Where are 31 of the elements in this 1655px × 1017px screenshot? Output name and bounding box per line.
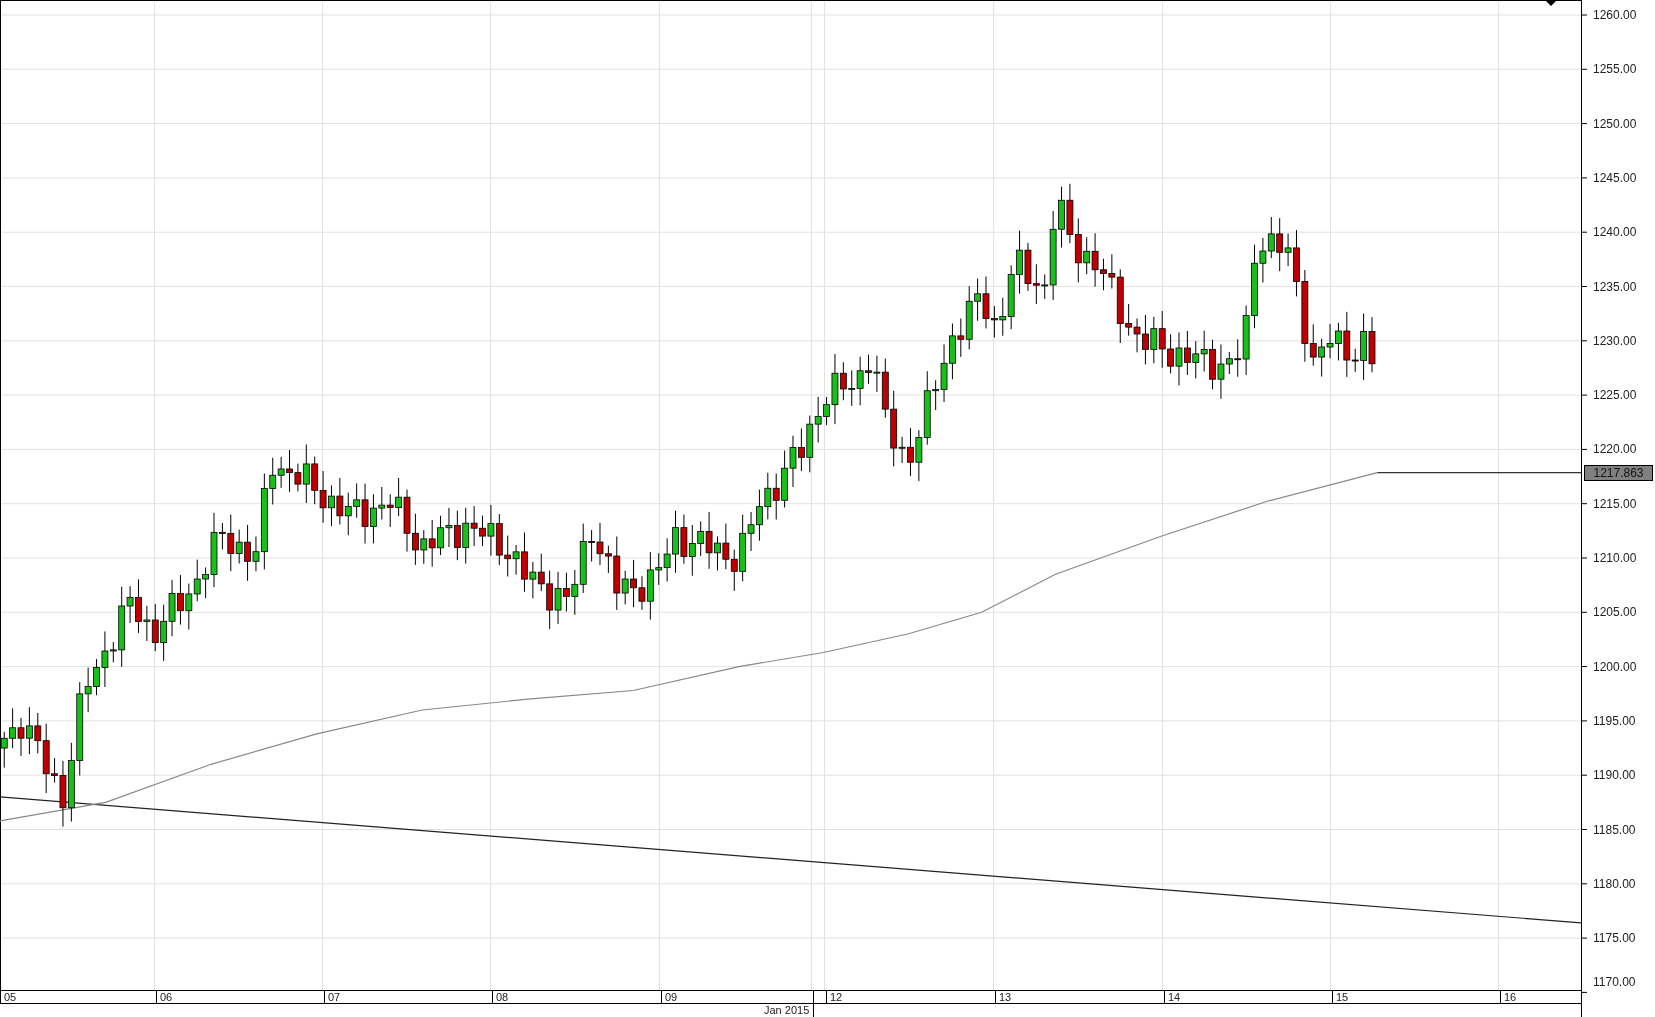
price-tick-label: 1245.00 [1593, 170, 1637, 185]
day-label: 12 [830, 991, 843, 1004]
day-label: 09 [665, 991, 678, 1004]
day-label: 07 [328, 991, 341, 1004]
price-tick-label: 1180.00 [1593, 876, 1636, 891]
price-tick-label: 1215.00 [1593, 496, 1637, 511]
current-price-tag: 1217.863 [1584, 464, 1653, 481]
price-tick-label: 1220.00 [1593, 442, 1637, 457]
day-label: 13 [999, 991, 1012, 1004]
price-tick-label: 1225.00 [1593, 388, 1637, 403]
price-tick-label: 1190.00 [1593, 768, 1636, 783]
price-tick-label: 1260.00 [1593, 8, 1637, 22]
price-tick-label: 1200.00 [1593, 659, 1637, 674]
month-label: Jan 2015 [764, 1004, 810, 1017]
day-label: 08 [496, 991, 509, 1004]
day-label: 15 [1336, 991, 1349, 1004]
day-label: 06 [160, 991, 173, 1004]
price-tick-label: 1185.00 [1593, 822, 1636, 837]
day-label: 05 [4, 991, 17, 1004]
price-tick-label: 1205.00 [1593, 605, 1637, 620]
price-tick-label: 1230.00 [1593, 333, 1637, 348]
price-tick-label: 1210.00 [1593, 551, 1637, 565]
day-label: 16 [1504, 991, 1517, 1004]
day-label: 14 [1168, 991, 1181, 1004]
price-tick-label: 1170.00 [1593, 975, 1636, 989]
price-tick-label: 1235.00 [1593, 279, 1637, 294]
price-tick-label: 1250.00 [1593, 116, 1637, 131]
price-tick-label: 1175.00 [1593, 931, 1636, 946]
price-tick-label: 1255.00 [1593, 62, 1637, 77]
price-tick-label: 1240.00 [1593, 225, 1637, 240]
price-tick-label: 1195.00 [1593, 713, 1636, 728]
